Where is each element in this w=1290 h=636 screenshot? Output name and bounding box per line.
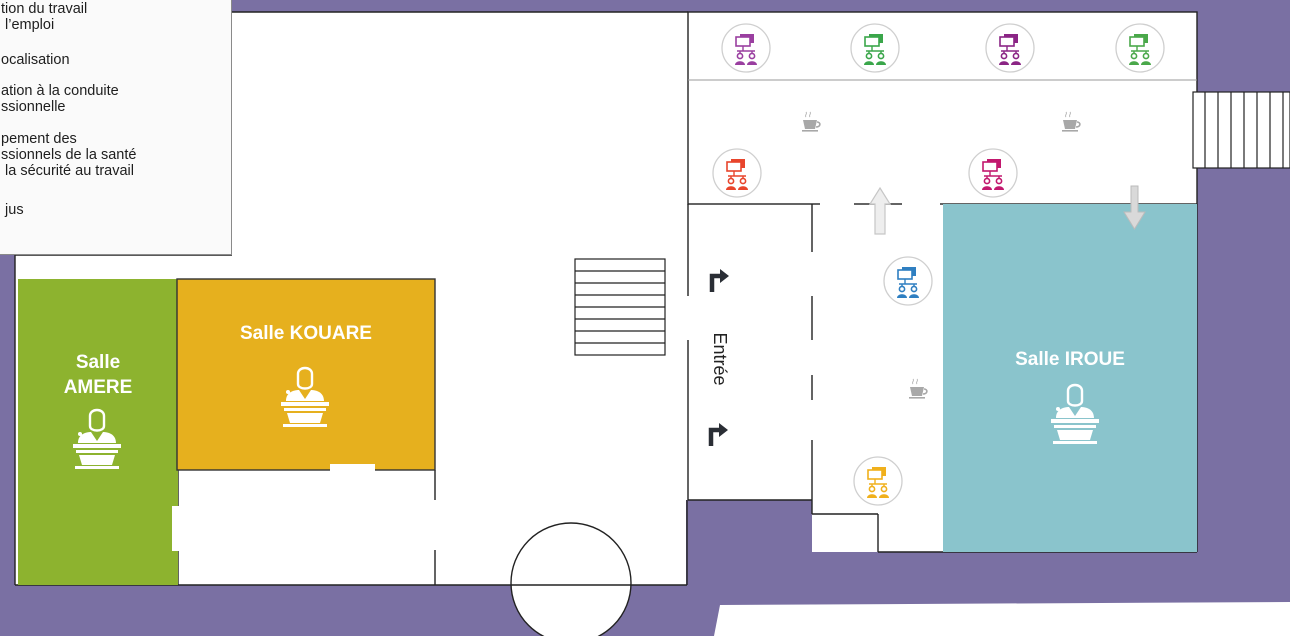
door-upper-left (820, 198, 854, 208)
workshop-icon (968, 148, 1018, 198)
workshop-icon (712, 148, 762, 198)
room-label-amere: Salle AMERE (63, 352, 133, 398)
legend-item: jus (1, 202, 24, 218)
room-amere (18, 279, 178, 585)
workshop-icon (883, 256, 933, 306)
floor-plan: tion du travail l’emploi ocalisation ati… (0, 0, 1290, 636)
door-upper-mid (902, 198, 940, 208)
legend-item: tion du travail l’emploi (1, 1, 88, 33)
workshop-icon (850, 23, 900, 73)
door-kouare (330, 464, 375, 472)
room-kouare (176, 278, 436, 471)
side-staircase (1192, 91, 1290, 169)
entrance-label: Entrée (710, 332, 730, 386)
door-amere (172, 506, 182, 551)
room-label-iroue: Salle IROUE (1015, 349, 1125, 370)
legend-item: ocalisation (1, 52, 70, 68)
room-label-kouare: Salle KOUARE (240, 323, 372, 344)
room-iroue (943, 204, 1197, 552)
workshop-icon (1115, 23, 1165, 73)
central-staircase (574, 258, 666, 356)
legend-item: ation à la conduite ssionnelle (1, 83, 119, 115)
workshop-icon (853, 456, 903, 506)
legend-item: pement des ssionnels de la santé la sécu… (1, 131, 137, 179)
workshop-icon (721, 23, 771, 73)
workshop-icon (985, 23, 1035, 73)
legend-panel: tion du travail l’emploi ocalisation ati… (0, 0, 232, 255)
